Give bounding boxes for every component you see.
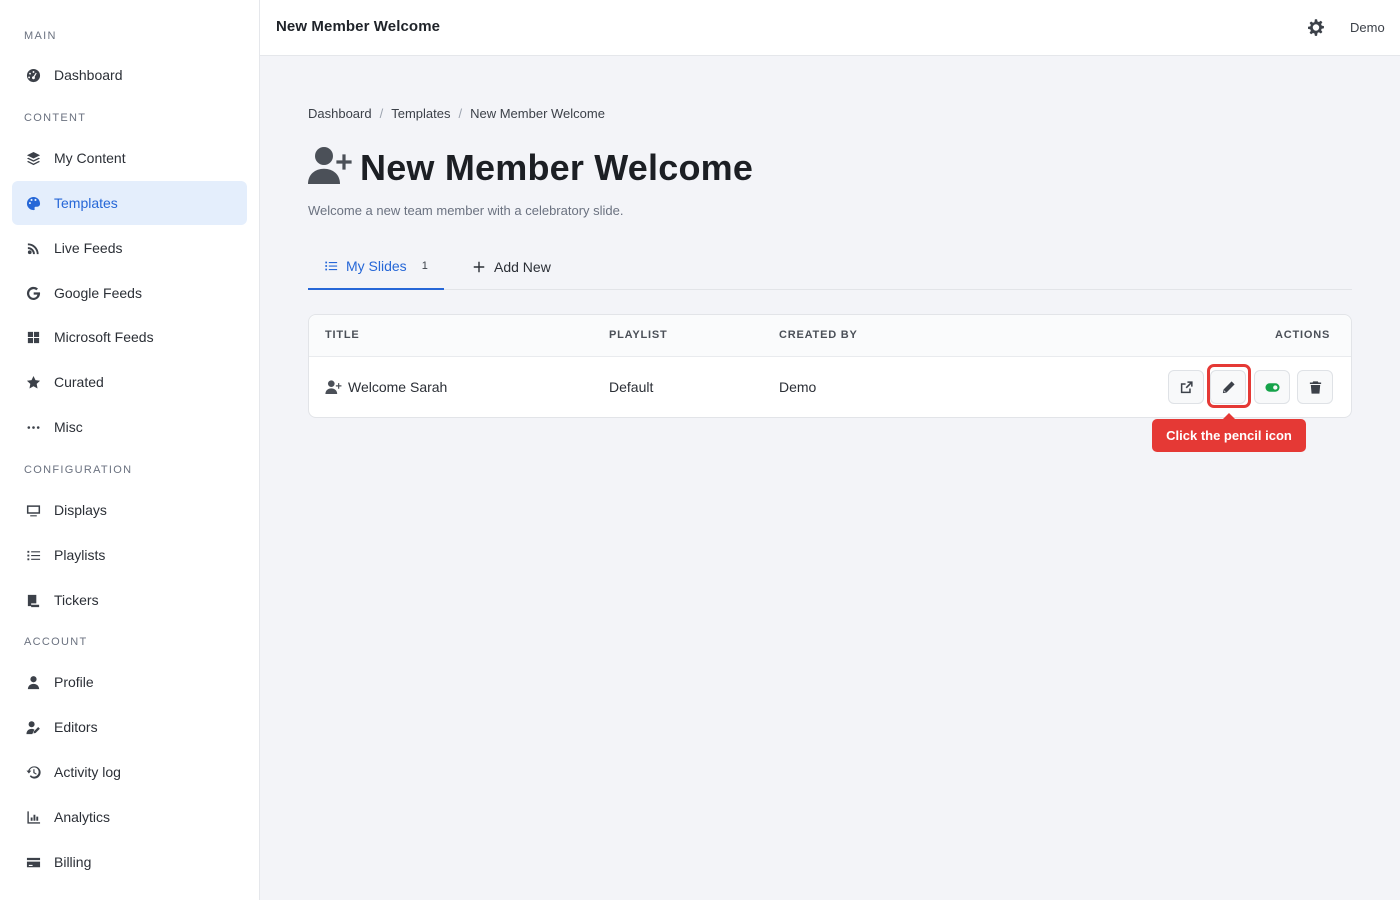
section-label-configuration: CONFIGURATION bbox=[24, 464, 133, 476]
scroll-icon bbox=[25, 592, 41, 608]
sidebar-item-templates[interactable]: Templates bbox=[12, 181, 247, 225]
row-playlist: Default bbox=[609, 379, 654, 395]
breadcrumb-dashboard[interactable]: Dashboard bbox=[308, 106, 372, 121]
tab-label: My Slides bbox=[346, 258, 407, 274]
user-edit-icon bbox=[25, 719, 41, 735]
header-title: New Member Welcome bbox=[276, 18, 441, 35]
page-subtitle: Welcome a new team member with a celebra… bbox=[308, 203, 624, 218]
sidebar-item-live-feeds[interactable]: Live Feeds bbox=[12, 226, 247, 270]
layers-icon bbox=[25, 150, 41, 166]
sidebar-item-label: Billing bbox=[54, 854, 92, 870]
page-title: New Member Welcome bbox=[360, 146, 754, 188]
external-link-icon bbox=[1180, 380, 1193, 393]
sidebar-item-tickers[interactable]: Tickers bbox=[12, 578, 247, 622]
row-created-by: Demo bbox=[779, 379, 817, 395]
section-label-main: MAIN bbox=[24, 30, 57, 42]
user-menu[interactable]: Demo bbox=[1350, 20, 1385, 35]
toggle-active-button[interactable] bbox=[1254, 370, 1290, 404]
sidebar-item-analytics[interactable]: Analytics bbox=[12, 795, 247, 839]
slides-table: TITLE PLAYLIST CREATED BY ACTIONS Welcom… bbox=[308, 314, 1352, 418]
column-header-playlist: PLAYLIST bbox=[609, 329, 668, 341]
sidebar-item-label: Google Feeds bbox=[54, 285, 142, 301]
google-icon bbox=[25, 285, 41, 301]
sidebar-item-label: Tickers bbox=[54, 592, 99, 608]
sidebar-item-label: Microsoft Feeds bbox=[54, 329, 154, 345]
plus-icon bbox=[473, 261, 485, 273]
credit-card-icon bbox=[25, 854, 41, 870]
column-header-title: TITLE bbox=[325, 329, 360, 341]
tab-my-slides[interactable]: My Slides 1 bbox=[308, 244, 444, 290]
column-header-actions: ACTIONS bbox=[1275, 329, 1331, 341]
sidebar-item-curated[interactable]: Curated bbox=[12, 360, 247, 404]
toggle-icon bbox=[1264, 382, 1280, 392]
sidebar-item-label: Templates bbox=[54, 195, 118, 211]
sidebar-item-label: Misc bbox=[54, 419, 83, 435]
sidebar-item-google-feeds[interactable]: Google Feeds bbox=[12, 271, 247, 315]
sidebar-item-editors[interactable]: Editors bbox=[12, 705, 247, 749]
sidebar-item-microsoft-feeds[interactable]: Microsoft Feeds bbox=[12, 315, 247, 359]
row-title-cell: Welcome Sarah bbox=[325, 379, 447, 395]
tab-bar: My Slides 1 Add New bbox=[308, 244, 1352, 290]
edit-button-highlight bbox=[1207, 364, 1251, 408]
sidebar-item-misc[interactable]: Misc bbox=[12, 405, 247, 449]
breadcrumb: Dashboard / Templates / New Member Welco… bbox=[308, 106, 605, 121]
sidebar-item-activity-log[interactable]: Activity log bbox=[12, 750, 247, 794]
breadcrumb-templates[interactable]: Templates bbox=[391, 106, 450, 121]
sidebar-item-my-content[interactable]: My Content bbox=[12, 136, 247, 180]
breadcrumb-separator: / bbox=[379, 106, 384, 121]
sidebar-item-label: Live Feeds bbox=[54, 240, 123, 256]
open-external-button[interactable] bbox=[1168, 370, 1204, 404]
sidebar-item-displays[interactable]: Displays bbox=[12, 488, 247, 532]
monitor-icon bbox=[25, 502, 41, 518]
page-title-row: New Member Welcome bbox=[308, 146, 753, 189]
feed-icon bbox=[25, 240, 41, 256]
sidebar-item-label: Activity log bbox=[54, 764, 121, 780]
table-header: TITLE PLAYLIST CREATED BY ACTIONS bbox=[309, 315, 1351, 357]
breadcrumb-separator: / bbox=[458, 106, 463, 121]
column-header-created-by: CREATED BY bbox=[779, 329, 858, 341]
delete-button[interactable] bbox=[1297, 370, 1333, 404]
sidebar-item-label: Analytics bbox=[54, 809, 111, 825]
star-icon bbox=[25, 374, 41, 390]
sidebar-item-label: Editors bbox=[54, 719, 98, 735]
tab-count-badge: 1 bbox=[421, 260, 428, 272]
sidebar-item-dashboard[interactable]: Dashboard bbox=[12, 53, 247, 97]
section-label-content: CONTENT bbox=[24, 112, 87, 124]
sidebar-item-billing[interactable]: Billing bbox=[12, 840, 247, 884]
sidebar-item-playlists[interactable]: Playlists bbox=[12, 533, 247, 577]
list-icon bbox=[325, 261, 338, 271]
top-bar: New Member Welcome Demo bbox=[260, 0, 1400, 56]
sidebar-item-label: Displays bbox=[54, 502, 107, 518]
list-icon bbox=[25, 547, 41, 563]
breadcrumb-current: New Member Welcome bbox=[470, 106, 605, 121]
sidebar-item-label: My Content bbox=[54, 150, 126, 166]
ellipsis-icon bbox=[25, 419, 41, 435]
sidebar-item-label: Dashboard bbox=[54, 67, 123, 83]
user-plus-icon bbox=[325, 380, 342, 394]
sidebar-item-label: Playlists bbox=[54, 547, 106, 563]
tab-label: Add New bbox=[494, 259, 551, 275]
dashboard-icon bbox=[25, 67, 41, 83]
windows-icon bbox=[25, 329, 41, 345]
tab-add-new[interactable]: Add New bbox=[472, 244, 551, 290]
sidebar: MAIN Dashboard CONTENT My Content Templa… bbox=[0, 0, 260, 900]
instruction-tooltip: Click the pencil icon bbox=[1152, 413, 1306, 452]
palette-icon bbox=[25, 195, 41, 211]
chart-icon bbox=[25, 809, 41, 825]
gear-icon[interactable] bbox=[1306, 18, 1326, 38]
trash-icon bbox=[1309, 380, 1321, 394]
user-icon bbox=[25, 674, 41, 690]
user-plus-icon bbox=[308, 146, 352, 189]
history-icon bbox=[25, 764, 41, 780]
section-label-account: ACCOUNT bbox=[24, 636, 88, 648]
sidebar-item-profile[interactable]: Profile bbox=[12, 660, 247, 704]
row-title: Welcome Sarah bbox=[348, 379, 448, 395]
sidebar-item-label: Profile bbox=[54, 674, 94, 690]
sidebar-item-label: Curated bbox=[54, 374, 104, 390]
